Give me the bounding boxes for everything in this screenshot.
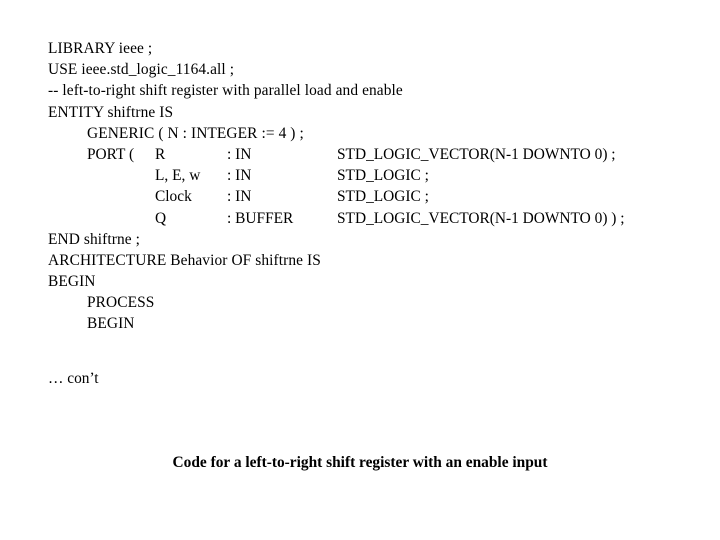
port-direction: : IN	[227, 145, 252, 163]
port-direction: : IN	[227, 167, 252, 185]
port-direction: : BUFFER	[227, 209, 294, 227]
port-name: R	[155, 145, 166, 163]
port-type: STD_LOGIC_VECTOR(N-1 DOWNTO 0) ) ;	[337, 209, 625, 227]
code-line-begin-arch: BEGIN	[48, 273, 96, 291]
port-keyword: PORT (	[87, 145, 135, 163]
code-line-begin-process: BEGIN	[87, 315, 135, 333]
port-name: L, E, w	[155, 167, 201, 185]
code-line-library: LIBRARY ieee ;	[48, 40, 153, 57]
code-line-port-clock: Clock : IN STD_LOGIC ;	[48, 186, 708, 207]
continuation-note: … con’t	[48, 370, 99, 387]
vhdl-code-block: LIBRARY ieee ; USE ieee.std_logic_1164.a…	[48, 38, 708, 335]
port-direction: : IN	[227, 188, 252, 206]
port-name: Q	[155, 209, 167, 227]
code-line-port-lew: L, E, w : IN STD_LOGIC ;	[48, 165, 708, 186]
port-name: Clock	[155, 188, 192, 206]
code-line-comment: -- left-to-right shift register with par…	[48, 82, 403, 100]
code-line-architecture: ARCHITECTURE Behavior OF shiftrne IS	[48, 251, 321, 269]
port-type: STD_LOGIC_VECTOR(N-1 DOWNTO 0) ;	[337, 145, 616, 163]
port-type: STD_LOGIC ;	[337, 167, 429, 185]
code-line-generic: GENERIC ( N : INTEGER := 4 ) ;	[87, 124, 304, 142]
code-line-use: USE ieee.std_logic_1164.all ;	[48, 61, 235, 79]
code-line-port-r: PORT ( R : IN STD_LOGIC_VECTOR(N-1 DOWNT…	[48, 144, 708, 165]
code-line-port-q: Q : BUFFER STD_LOGIC_VECTOR(N-1 DOWNTO 0…	[48, 208, 708, 229]
slide-caption: Code for a left-to-right shift register …	[172, 454, 548, 471]
code-line-end-entity: END shiftrne ;	[48, 230, 141, 248]
slide-canvas: LIBRARY ieee ; USE ieee.std_logic_1164.a…	[0, 0, 720, 540]
code-line-entity: ENTITY shiftrne IS	[48, 103, 174, 121]
port-type: STD_LOGIC ;	[337, 188, 429, 206]
code-line-process: PROCESS	[87, 294, 155, 312]
